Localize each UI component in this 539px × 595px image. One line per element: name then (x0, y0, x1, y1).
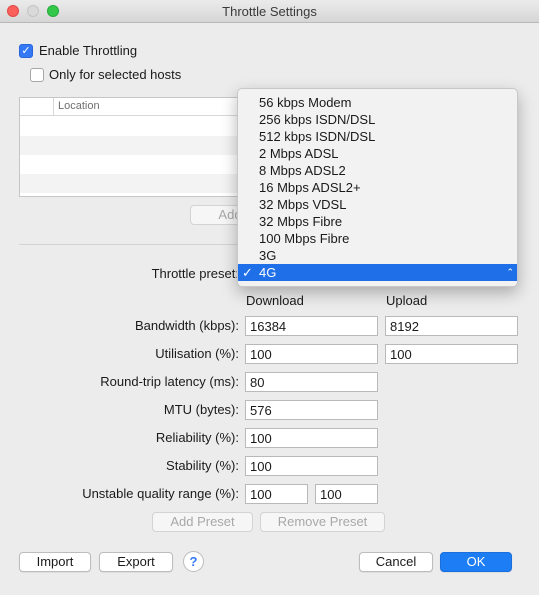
title-bar: Throttle Settings (0, 0, 539, 23)
preset-option-selected[interactable]: ✓ 4G ⌃ (238, 264, 517, 281)
cancel-button[interactable]: Cancel (359, 552, 433, 572)
export-button[interactable]: Export (99, 552, 173, 572)
preset-option[interactable]: 32 Mbps VDSL (238, 196, 517, 213)
utilisation-upload-input[interactable]: 100 (385, 344, 518, 364)
remove-preset-button[interactable]: Remove Preset (260, 512, 385, 532)
stability-input[interactable]: 100 (245, 456, 378, 476)
preset-option[interactable]: 2 Mbps ADSL (238, 145, 517, 162)
throttle-preset-menu[interactable]: 56 kbps Modem 256 kbps ISDN/DSL 512 kbps… (237, 88, 518, 287)
preset-option[interactable]: 32 Mbps Fibre (238, 213, 517, 230)
preset-option-label: 4G (259, 265, 277, 280)
preset-option[interactable]: 8 Mbps ADSL2 (238, 162, 517, 179)
only-selected-hosts-label[interactable]: Only for selected hosts (49, 67, 181, 82)
bandwidth-download-input[interactable]: 16384 (245, 316, 378, 336)
reliability-label: Reliability (%): (155, 430, 239, 445)
preset-option[interactable]: 512 kbps ISDN/DSL (238, 128, 517, 145)
upload-column-label: Upload (386, 293, 428, 308)
throttle-preset-label: Throttle preset: (151, 266, 239, 281)
utilisation-download-input[interactable]: 100 (245, 344, 378, 364)
popup-arrows-icon: ⌃ (506, 267, 514, 277)
stability-label: Stability (%): (166, 458, 239, 473)
add-preset-button[interactable]: Add Preset (152, 512, 253, 532)
ok-button[interactable]: OK (440, 552, 512, 572)
preset-option[interactable]: 100 Mbps Fibre (238, 230, 517, 247)
checkmark-icon: ✓ (242, 265, 253, 280)
enable-throttling-label[interactable]: Enable Throttling (39, 43, 137, 58)
import-button[interactable]: Import (19, 552, 91, 572)
unstable-range-label: Unstable quality range (%): (82, 486, 239, 501)
help-icon[interactable]: ? (183, 551, 204, 572)
latency-input[interactable]: 80 (245, 372, 378, 392)
location-column-header[interactable]: Location (58, 100, 100, 112)
enabled-column-header[interactable] (20, 98, 54, 116)
reliability-input[interactable]: 100 (245, 428, 378, 448)
window-title: Throttle Settings (222, 4, 317, 19)
enable-throttling-checkbox[interactable]: ✓ (19, 44, 33, 58)
preset-option[interactable]: 56 kbps Modem (238, 94, 517, 111)
preset-option[interactable]: 16 Mbps ADSL2+ (238, 179, 517, 196)
download-column-label: Download (246, 293, 304, 308)
unstable-range-min-input[interactable]: 100 (245, 484, 308, 504)
bandwidth-upload-input[interactable]: 8192 (385, 316, 518, 336)
preset-option[interactable]: 256 kbps ISDN/DSL (238, 111, 517, 128)
mtu-label: MTU (bytes): (163, 402, 239, 417)
latency-label: Round-trip latency (ms): (100, 374, 239, 389)
utilisation-label: Utilisation (%): (155, 346, 239, 361)
preset-option[interactable]: 3G (238, 247, 517, 264)
bandwidth-label: Bandwidth (kbps): (134, 318, 239, 333)
mtu-input[interactable]: 576 (245, 400, 378, 420)
only-selected-hosts-checkbox[interactable] (30, 68, 44, 82)
unstable-range-max-input[interactable]: 100 (315, 484, 378, 504)
